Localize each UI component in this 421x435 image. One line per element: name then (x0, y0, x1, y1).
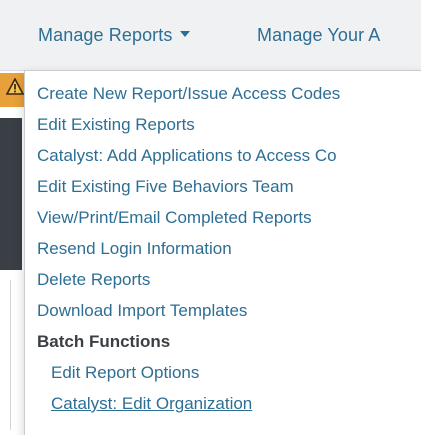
menu-item-catalyst-add-applications[interactable]: Catalyst: Add Applications to Access Co (37, 146, 337, 166)
menu-section-header-batch-functions: Batch Functions (37, 332, 171, 351)
nav-manage-reports[interactable]: Manage Reports (38, 25, 191, 46)
app-viewport: Manage Reports Manage Your A Create New … (0, 0, 421, 435)
menu-item-edit-five-behaviors-team[interactable]: Edit Existing Five Behaviors Team (37, 177, 294, 197)
menu-item-delete-reports[interactable]: Delete Reports (37, 270, 150, 290)
nav-manage-reports-label: Manage Reports (38, 25, 173, 45)
background-panel (0, 118, 22, 270)
manage-reports-dropdown-menu: Create New Report/Issue Access Codes Edi… (24, 70, 421, 435)
chevron-down-icon (180, 31, 191, 38)
nav-manage-account-label: Manage Your A (257, 25, 381, 45)
menu-item-edit-existing-reports[interactable]: Edit Existing Reports (37, 115, 195, 135)
menu-item-create-new-report[interactable]: Create New Report/Issue Access Codes (37, 84, 340, 104)
menu-item-catalyst-edit-organization[interactable]: Catalyst: Edit Organization (51, 394, 252, 414)
background-divider (10, 280, 11, 430)
nav-manage-account[interactable]: Manage Your A (257, 25, 380, 46)
menu-item-view-print-email-reports[interactable]: View/Print/Email Completed Reports (37, 208, 312, 228)
menu-item-edit-report-options[interactable]: Edit Report Options (51, 363, 199, 383)
menu-item-download-import-templates[interactable]: Download Import Templates (37, 301, 247, 321)
menu-item-resend-login-information[interactable]: Resend Login Information (37, 239, 232, 259)
warning-icon (6, 78, 24, 95)
top-navbar: Manage Reports Manage Your A (0, 0, 421, 71)
